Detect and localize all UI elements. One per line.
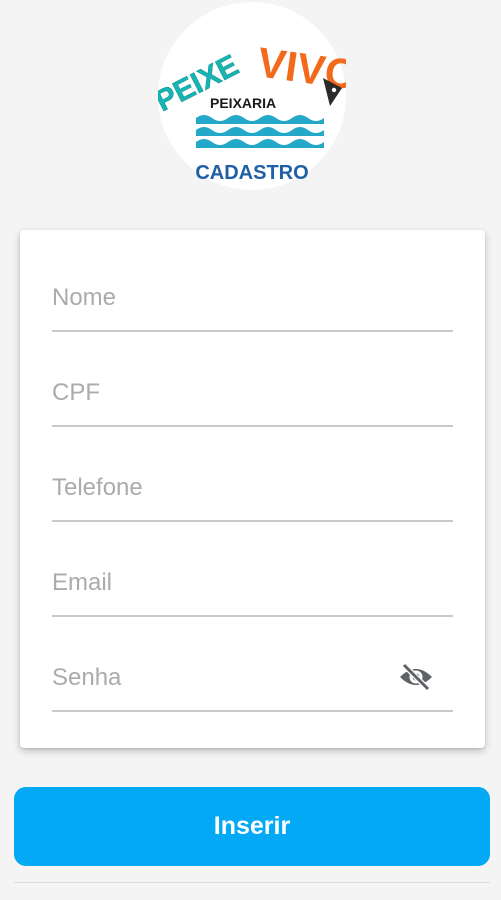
registration-form-card (20, 230, 485, 748)
telefone-input[interactable] (52, 460, 392, 516)
logo: PEIXE VIVO PEIXARIA CADASTRO (158, 2, 346, 190)
nome-field (52, 270, 453, 332)
eye-off-icon[interactable] (397, 662, 435, 692)
cpf-field (52, 365, 453, 427)
inserir-button[interactable]: Inserir (14, 787, 490, 866)
logo-subtitle: PEIXARIA (210, 95, 276, 111)
logo-graphic: PEIXE VIVO PEIXARIA CADASTRO (158, 38, 346, 184)
logo-caption: CADASTRO (195, 162, 308, 184)
cpf-input[interactable] (52, 365, 392, 421)
senha-field (52, 650, 453, 712)
telefone-field (52, 460, 453, 522)
senha-input[interactable] (52, 650, 392, 706)
email-input[interactable] (52, 555, 392, 611)
bottom-divider (14, 882, 490, 883)
email-field (52, 555, 453, 617)
waves-icon (196, 115, 324, 148)
nome-input[interactable] (52, 270, 392, 326)
